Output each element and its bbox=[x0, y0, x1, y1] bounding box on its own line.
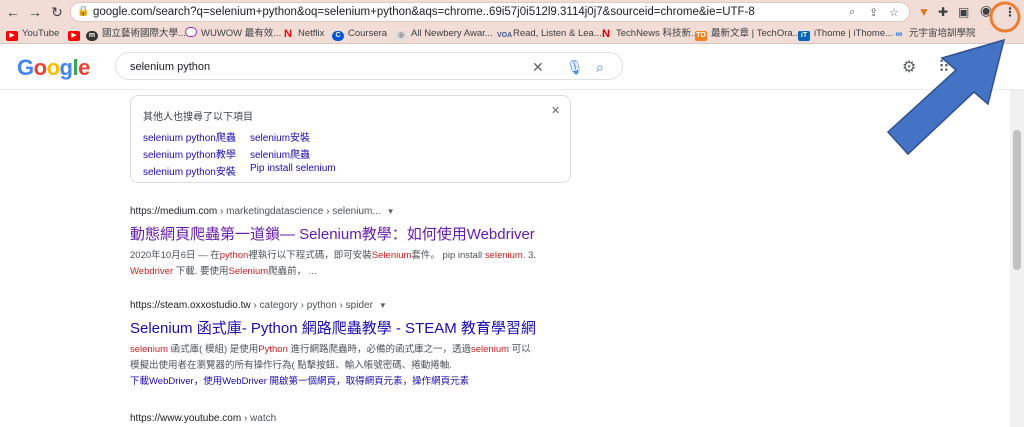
result-sitelinks: 下載WebDriver，使用WebDriver 開啟第一個網頁，取得網頁元素，操… bbox=[130, 376, 470, 387]
result-title[interactable]: 動態網頁爬蟲第一道鎖— Selenium教學：如何使用Webdriver bbox=[130, 223, 590, 244]
ithome-icon: iT bbox=[798, 31, 810, 41]
bookmark-netflix[interactable]: N Netflix bbox=[282, 27, 324, 41]
result-snippet: 2020年10月6日 — 在python裡執行以下程式碼，即可安裝Seleniu… bbox=[130, 250, 537, 277]
globe-icon: ◎ bbox=[395, 31, 407, 41]
bookmark-youtube[interactable]: ▶ YouTube bbox=[6, 27, 59, 41]
metamask-icon[interactable]: ▼ bbox=[918, 5, 930, 19]
search-result: https://www.youtube.com › watch bbox=[130, 413, 276, 424]
annotation-arrow bbox=[886, 38, 1006, 156]
search-result: https://medium.com › marketingdatascienc… bbox=[130, 206, 590, 280]
techorange-icon: TO bbox=[695, 31, 707, 41]
zoom-icon[interactable]: ⌕ bbox=[849, 6, 855, 19]
clear-icon[interactable]: ✕ bbox=[532, 58, 544, 76]
technews-icon: N bbox=[602, 28, 610, 40]
annotation-arrow-shape bbox=[886, 38, 1006, 156]
sitelink[interactable]: 下載WebDriver bbox=[130, 376, 194, 387]
sitelink[interactable]: 操作網頁元素 bbox=[412, 376, 469, 387]
address-bar[interactable]: 🔒 google.com/search?q=selenium+python&oq… bbox=[70, 2, 910, 22]
related-link[interactable]: selenium爬蟲 bbox=[250, 146, 310, 161]
bookmark-newbery[interactable]: ◎ All Newbery Awar... bbox=[395, 27, 493, 41]
bookmark-youtube-2[interactable]: ▶ bbox=[68, 27, 84, 41]
star-icon[interactable]: ☆ bbox=[889, 6, 899, 19]
youtube-icon: ▶ bbox=[68, 31, 80, 41]
bookmark-coursera[interactable]: C Coursera bbox=[332, 27, 387, 41]
bookmark-technews[interactable]: N TechNews 科技新... bbox=[600, 27, 699, 41]
search-box[interactable]: ✕ 🎙 ⌕ bbox=[115, 52, 623, 80]
coursera-icon: C bbox=[332, 31, 344, 41]
browser-toolbar: ← → ↻ 🔒 google.com/search?q=selenium+pyt… bbox=[0, 0, 1024, 24]
bookmark-techorange[interactable]: TO 最新文章 | TechOra... bbox=[695, 27, 801, 41]
result-snippet: selenium 函式庫( 模組) 是使用Python 進行網路爬蟲時，必備的函… bbox=[130, 344, 531, 371]
search-icon[interactable]: ⌕ bbox=[596, 58, 604, 76]
result-cite[interactable]: https://medium.com › marketingdatascienc… bbox=[130, 206, 590, 217]
annotation-circle bbox=[989, 1, 1021, 33]
result-cite[interactable]: https://steam.oxxostudio.tw › category ›… bbox=[130, 300, 590, 311]
related-link[interactable]: selenium python安裝 bbox=[143, 163, 236, 178]
bookmark-vox[interactable]: VOARead, Listen & Lea... bbox=[497, 27, 602, 41]
back-icon[interactable]: ← bbox=[4, 3, 22, 21]
bookmark-wuwow[interactable]: WUWOW 最有效... bbox=[185, 27, 281, 41]
related-link[interactable]: selenium安裝 bbox=[250, 129, 310, 144]
related-link[interactable]: selenium python爬蟲 bbox=[143, 129, 236, 144]
related-link[interactable]: selenium python教學 bbox=[143, 146, 236, 161]
address-url[interactable]: google.com/search?q=selenium+python&oq=s… bbox=[93, 6, 755, 18]
people-also-title: 其他人也搜尋了以下項目 bbox=[143, 112, 253, 123]
university-icon: m bbox=[86, 31, 98, 41]
more-options-icon[interactable]: ▼ bbox=[379, 301, 387, 310]
share-icon[interactable]: ⇪ bbox=[869, 6, 878, 19]
reload-icon[interactable]: ↻ bbox=[48, 3, 66, 21]
vox-icon: VOA bbox=[497, 32, 513, 39]
wuwow-icon bbox=[185, 27, 197, 37]
result-title[interactable]: Selenium 函式庫- Python 網路爬蟲教學 - STEAM 教育學習… bbox=[130, 317, 590, 338]
bookmarks-bar: ▶ YouTube ▶ m 國立藝術國際大學... WUWOW 最有效... N Ne… bbox=[0, 24, 1024, 44]
forward-icon[interactable]: → bbox=[26, 3, 44, 21]
more-options-icon[interactable]: ▼ bbox=[387, 207, 395, 216]
people-also-search-box: 其他人也搜尋了以下項目 ✕ selenium python爬蟲 selenium… bbox=[130, 95, 571, 183]
netflix-icon: N bbox=[284, 28, 292, 40]
bookmark-ithome[interactable]: iT iThome | iThome... bbox=[798, 27, 893, 41]
search-input[interactable] bbox=[130, 58, 510, 76]
puzzle-icon[interactable]: ✚ bbox=[938, 5, 948, 19]
search-result: https://steam.oxxostudio.tw › category ›… bbox=[130, 300, 590, 390]
sidebar-icon[interactable]: ▣ bbox=[958, 5, 969, 19]
bookmark-university[interactable]: m 國立藝術國際大學... bbox=[86, 27, 186, 41]
google-logo[interactable]: Google bbox=[17, 55, 90, 81]
mic-icon[interactable]: 🎙 bbox=[566, 58, 584, 76]
sitelink[interactable]: 使用WebDriver 開啟第一個網頁 bbox=[203, 376, 336, 387]
google-header: Google ✕ 🎙 ⌕ ⚙ ⠿ bbox=[0, 44, 1024, 90]
youtube-icon: ▶ bbox=[6, 31, 18, 41]
related-link[interactable]: Pip install selenium bbox=[250, 163, 336, 174]
annotation-circle-shape bbox=[989, 1, 1021, 33]
sitelink[interactable]: 取得網頁元素 bbox=[346, 376, 403, 387]
close-icon[interactable]: ✕ bbox=[551, 104, 560, 117]
lock-icon[interactable]: 🔒 bbox=[77, 6, 89, 17]
result-cite[interactable]: https://www.youtube.com › watch bbox=[130, 413, 276, 424]
